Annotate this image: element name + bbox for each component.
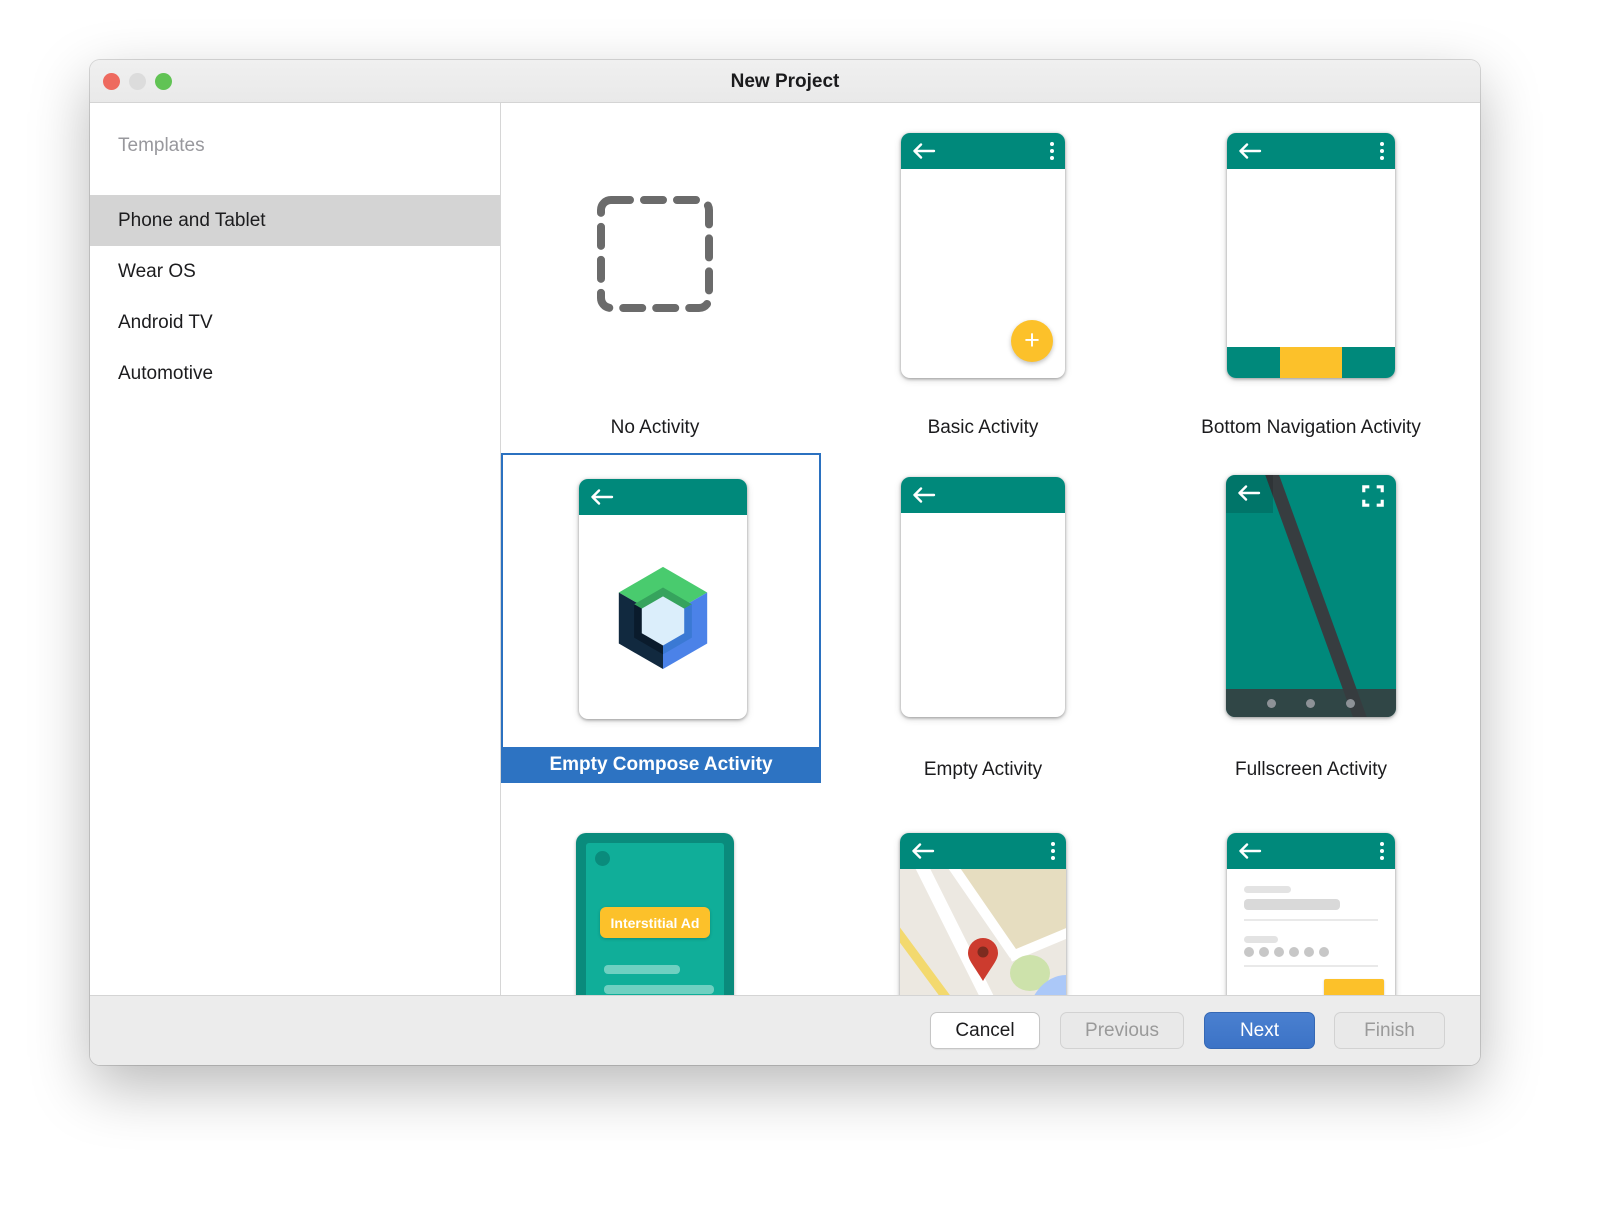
back-arrow-icon [912,143,936,159]
template-label-bottom-navigation-activity: Bottom Navigation Activity [1148,413,1474,443]
template-card-basic-activity[interactable]: + [901,133,1065,378]
sidebar-header: Templates [118,133,500,159]
back-arrow-icon [1238,843,1262,859]
field-underline [1244,965,1378,967]
app-bar [901,133,1065,169]
template-card-empty-activity[interactable] [901,477,1065,717]
interstitial-ad-banner: Interstitial Ad [600,907,710,938]
login-button-skeleton [1324,979,1384,995]
next-button[interactable]: Next [1204,1012,1315,1049]
camera-dot [595,851,610,866]
skeleton-line [604,965,680,974]
sidebar-item-automotive[interactable]: Automotive [90,348,500,399]
map-graphic [900,869,1066,995]
kebab-menu-icon [1380,142,1384,160]
fullscreen-icon [1361,484,1385,508]
back-arrow-icon [590,489,614,505]
field-label-skeleton [1244,886,1291,893]
password-dots [1244,947,1329,957]
sidebar-item-label: Automotive [118,363,213,385]
compose-phone-mockup [579,479,747,719]
template-card-admob-ads-activity[interactable]: Interstitial Ad [576,833,734,995]
sidebar-item-label: Wear OS [118,261,196,283]
template-label-fullscreen-activity: Fullscreen Activity [1148,755,1474,785]
template-label-no-activity: No Activity [501,413,818,443]
fab-plus-icon: + [1011,320,1053,362]
template-label-empty-compose-activity: Empty Compose Activity [501,747,821,783]
template-card-login-activity[interactable] [1227,833,1395,995]
templates-sidebar: Templates Phone and Tablet Wear OS Andro… [90,103,501,995]
sidebar-item-label: Phone and Tablet [118,210,266,232]
jetpack-compose-logo [604,562,722,672]
back-arrow-icon [1238,143,1262,159]
dialog-footer: Cancel Previous Next Finish [90,995,1480,1065]
window-title: New Project [90,60,1480,103]
back-arrow-icon [912,487,936,503]
kebab-menu-icon [1051,842,1055,860]
sidebar-item-wear-os[interactable]: Wear OS [90,246,500,297]
previous-button[interactable]: Previous [1060,1012,1184,1049]
sidebar-item-label: Android TV [118,312,213,334]
template-gallery: No Activity + Basic Activity [501,103,1480,995]
template-label-basic-activity: Basic Activity [820,413,1146,443]
new-project-dialog: New Project Templates Phone and Tablet W… [90,60,1480,1065]
app-bar [579,479,747,515]
app-bar [1227,833,1395,869]
sidebar-item-android-tv[interactable]: Android TV [90,297,500,348]
kebab-menu-icon [1380,842,1384,860]
template-card-empty-compose-activity[interactable]: Empty Compose Activity [501,453,821,783]
no-activity-dashed-square-icon [596,195,714,313]
template-card-bottom-navigation-activity[interactable] [1227,133,1395,378]
admob-screen: Interstitial Ad [586,843,724,995]
title-bar: New Project [90,60,1480,103]
template-card-fullscreen-activity[interactable] [1226,475,1396,717]
back-arrow-icon [911,843,935,859]
bottom-navigation-bar [1227,347,1395,378]
app-bar [901,477,1065,513]
app-bar [900,833,1066,869]
field-underline [1244,919,1378,921]
field-value-skeleton [1244,899,1340,910]
sidebar-item-phone-and-tablet[interactable]: Phone and Tablet [90,195,500,246]
app-bar [1227,133,1395,169]
template-card-no-activity[interactable] [596,195,714,313]
skeleton-line [604,985,714,994]
finish-button[interactable]: Finish [1334,1012,1445,1049]
template-label-empty-activity: Empty Activity [820,755,1146,785]
template-card-google-maps-activity[interactable] [900,833,1066,995]
kebab-menu-icon [1050,142,1054,160]
cancel-button[interactable]: Cancel [930,1012,1040,1049]
android-nav-bar [1226,689,1396,717]
back-arrow-icon [1237,485,1261,501]
field-label-skeleton [1244,936,1278,943]
